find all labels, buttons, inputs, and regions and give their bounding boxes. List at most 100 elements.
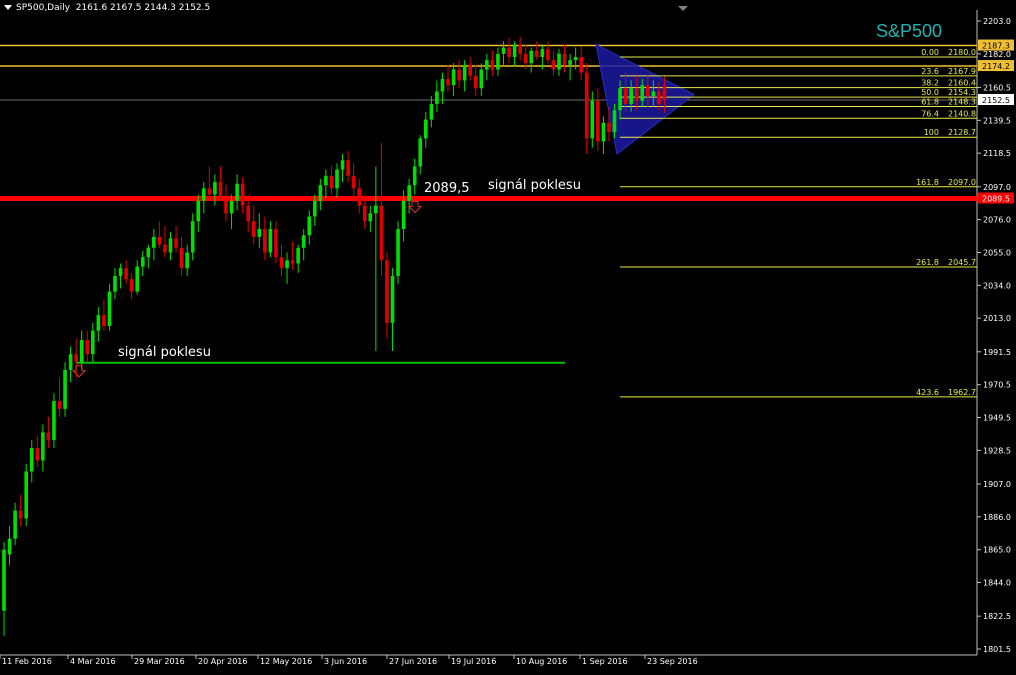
- candle-body: [91, 330, 95, 355]
- candle-body: [157, 236, 162, 245]
- dropdown-triangle-icon[interactable]: [4, 5, 12, 10]
- candle-body: [2, 549, 6, 611]
- y-axis-ticks: 2203.0 2182.0 2160.5 2139.5 2118.5 2097.0 2076…: [977, 17, 1011, 654]
- candle: [74, 338, 78, 378]
- x-tick-label: 11 Feb 2016: [2, 657, 52, 666]
- y-tick-label: 2118.5: [983, 149, 1011, 158]
- candle-body: [512, 44, 517, 57]
- candle-body: [596, 100, 600, 142]
- candle: [285, 252, 289, 284]
- fib-price-label: 2180.0: [948, 48, 976, 57]
- candle-body: [634, 88, 639, 101]
- x-tick-label: 19 Jul 2016: [451, 657, 496, 666]
- fib-level-label: 61.8: [921, 98, 939, 107]
- candle: [257, 213, 262, 248]
- candle: [96, 307, 101, 342]
- candle: [451, 63, 456, 97]
- candle: [418, 135, 423, 175]
- fib-price-label: 2160.4: [948, 79, 976, 88]
- candle-body: [473, 75, 478, 89]
- price-label-text: 2174.2: [982, 62, 1010, 71]
- candle-body: [185, 252, 189, 269]
- candle: [601, 116, 606, 154]
- candle: [518, 36, 522, 61]
- horizontal-lines: [0, 44, 977, 364]
- candle: [412, 158, 417, 195]
- candle-body: [274, 229, 278, 258]
- candle-body: [13, 510, 17, 539]
- fib-price-label: 2045.7: [948, 258, 976, 267]
- candle-body: [41, 432, 45, 461]
- fib-level-label: 38.2: [921, 79, 939, 88]
- chart-header: SP500,Daily 2161.6 2167.5 2144.3 2152.5: [4, 3, 210, 13]
- candle: [274, 221, 278, 264]
- candle-body: [52, 401, 56, 441]
- candle: [479, 63, 484, 97]
- candle-body: [573, 56, 578, 61]
- candle: [135, 260, 139, 295]
- candle-body: [590, 100, 595, 139]
- candle: [385, 252, 389, 339]
- candle: [18, 494, 23, 527]
- candle: [224, 185, 228, 222]
- brand-label: S&P500: [876, 21, 943, 41]
- candle: [102, 299, 106, 331]
- candle-body: [79, 340, 84, 362]
- candle: [357, 178, 361, 214]
- candle: [174, 225, 178, 253]
- candle-body: [18, 510, 23, 519]
- candle: [351, 163, 356, 198]
- candle-body: [307, 216, 312, 236]
- candle-body: [657, 91, 661, 104]
- y-tick-label: 2076.0: [983, 216, 1011, 225]
- candle-body: [518, 44, 522, 54]
- candle: [346, 150, 350, 183]
- candle-body: [218, 182, 223, 198]
- candle-body: [401, 200, 406, 230]
- candle: [85, 330, 90, 362]
- candle-body: [496, 53, 500, 70]
- candle-body: [351, 175, 356, 189]
- candle-body: [107, 291, 112, 327]
- candle: [318, 178, 323, 211]
- x-tick-label: 1 Sep 2016: [582, 657, 628, 666]
- y-tick-label: 2182.0: [983, 50, 1011, 59]
- candle: [129, 272, 134, 300]
- fib-level-label: 161.8: [916, 178, 939, 187]
- candle-body: [135, 266, 139, 292]
- price-chart[interactable]: 0.00 2180.0 23.6 2167.9 38.2 2160.4 50.0 2154.3…: [0, 0, 1016, 675]
- x-tick-label: 20 Apr 2016: [198, 657, 247, 666]
- candle-body: [113, 275, 117, 292]
- candle: [340, 153, 345, 183]
- candle-body: [257, 229, 262, 237]
- candle-body: [424, 119, 428, 139]
- candle: [35, 435, 40, 467]
- candle-body: [451, 69, 456, 86]
- candle-body: [196, 200, 201, 222]
- price-label-text: 2089.5: [982, 195, 1010, 204]
- candle-body: [507, 47, 511, 57]
- candle-body: [457, 69, 461, 81]
- candle-body: [301, 235, 306, 248]
- candle-body: [340, 160, 345, 170]
- candle: [118, 263, 123, 289]
- candle: [218, 166, 223, 201]
- candle: [146, 244, 151, 269]
- candle: [7, 526, 12, 566]
- candle: [368, 205, 373, 233]
- y-tick-label: 2139.5: [983, 116, 1011, 125]
- candle-body: [551, 60, 556, 70]
- candle-body: [163, 244, 167, 253]
- candles: [2, 36, 667, 636]
- candle-body: [146, 247, 151, 258]
- candle-body: [7, 538, 12, 555]
- candle-body: [46, 432, 51, 441]
- candle-body: [557, 53, 561, 70]
- candle-body: [412, 166, 417, 186]
- candle-body: [440, 78, 445, 92]
- candle: [107, 283, 112, 331]
- candle-body: [368, 213, 373, 222]
- candle-body: [646, 85, 650, 97]
- candle-body: [129, 279, 134, 292]
- fib-price-label: 2128.7: [948, 128, 976, 137]
